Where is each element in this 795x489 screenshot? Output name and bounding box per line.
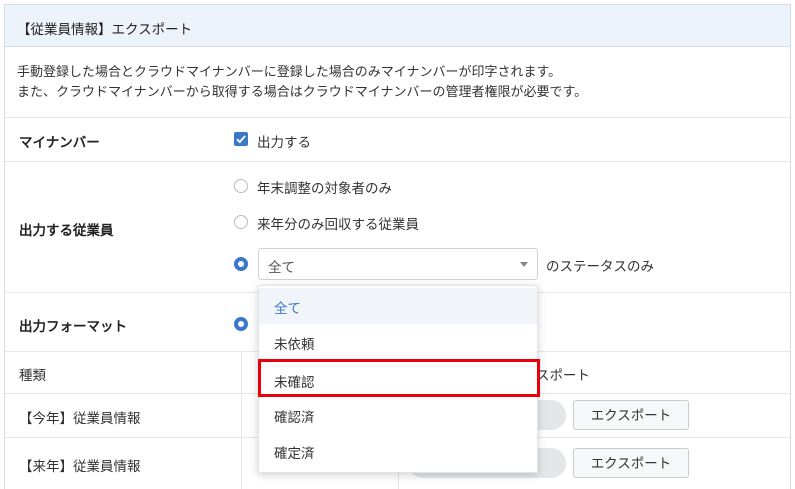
description-row (5, 5, 790, 118)
status-select[interactable]: 全て (258, 248, 538, 280)
radio-next-year-only[interactable] (234, 215, 248, 229)
checkmark-icon (236, 135, 246, 144)
chevron-down-icon (520, 262, 528, 267)
option-next-year-only: 来年分のみ回収する従業員 (257, 217, 419, 233)
mynumber-checkbox[interactable] (234, 132, 248, 146)
format-label: 出力フォーマット (19, 319, 127, 335)
export-panel: 【従業員情報】エクスポート 手動登録した場合とクラウドマイナンバーに登録した場合… (4, 4, 791, 489)
column-export: スポート (536, 368, 590, 384)
mynumber-checkbox-label: 出力する (257, 135, 311, 151)
dropdown-option-all[interactable]: 全て (259, 288, 537, 324)
option-year-end-only: 年末調整の対象者のみ (257, 181, 392, 197)
export-button[interactable]: エクスポート (573, 448, 689, 478)
row-name: 【今年】従業員情報 (19, 411, 141, 427)
status-suffix: のステータスのみ (546, 259, 654, 275)
highlight-box (258, 359, 540, 397)
dropdown-option-label: 確定済 (274, 446, 315, 462)
dropdown-option-label: 未依頼 (274, 337, 315, 353)
export-button[interactable]: エクスポート (573, 400, 689, 430)
employees-label: 出力する従業員 (19, 223, 114, 239)
table-divider (241, 352, 242, 489)
radio-format[interactable] (234, 317, 248, 331)
dropdown-option-finalized[interactable]: 確定済 (259, 433, 537, 469)
mynumber-label: マイナンバー (19, 135, 100, 151)
radio-by-status[interactable] (234, 257, 248, 271)
dropdown-option-not-requested[interactable]: 未依頼 (259, 324, 537, 360)
row-name: 【来年】従業員情報 (19, 459, 141, 475)
radio-year-end-only[interactable] (234, 179, 248, 193)
mynumber-row: マイナンバー 出力する (5, 118, 790, 162)
column-type: 種類 (19, 368, 46, 384)
dropdown-option-confirmed[interactable]: 確認済 (259, 397, 537, 433)
dropdown-option-label: 確認済 (274, 410, 315, 426)
status-select-value: 全て (268, 260, 295, 276)
dropdown-option-label: 全て (274, 301, 301, 317)
